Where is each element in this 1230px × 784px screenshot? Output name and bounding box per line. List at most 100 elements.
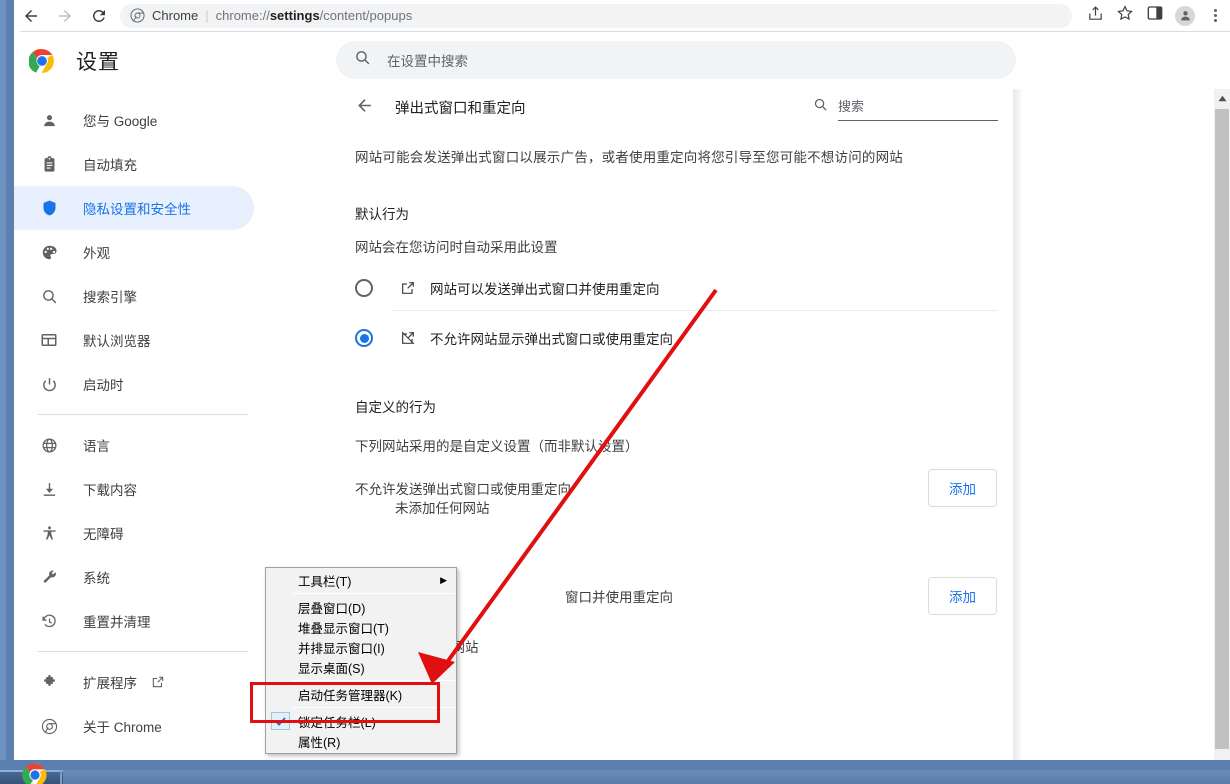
sidebar-item-label: 重置并清理 bbox=[83, 615, 151, 630]
context-menu-item-start-task-manager[interactable]: 启动任务管理器(K) bbox=[266, 684, 456, 704]
external-link-icon[interactable] bbox=[151, 675, 165, 689]
side-panel-button[interactable] bbox=[1140, 0, 1170, 31]
forward-button[interactable] bbox=[48, 0, 82, 31]
context-menu-separator bbox=[267, 680, 455, 681]
back-arrow-icon bbox=[22, 7, 40, 25]
content-search-field[interactable]: 搜索 bbox=[838, 96, 998, 121]
content-page-title: 弹出式窗口和重定向 bbox=[395, 101, 526, 117]
taskbar-context-menu: 工具栏(T) ▶ 层叠窗口(D) 堆叠显示窗口(T) 并排显示窗口(I) 显示桌… bbox=[265, 567, 457, 754]
add-site-button[interactable]: 添加 bbox=[928, 577, 997, 615]
sidebar-item-extensions[interactable]: 扩展程序 bbox=[14, 660, 254, 704]
sidebar-item-default-browser[interactable]: 默认浏览器 bbox=[14, 318, 254, 362]
custom-group-label: 不允许发送弹出式窗口或使用重定向 bbox=[355, 482, 571, 497]
scroll-up-icon bbox=[1217, 89, 1227, 107]
sidebar-item-languages[interactable]: 语言 bbox=[14, 423, 254, 467]
back-button[interactable] bbox=[14, 0, 48, 31]
more-menu-icon bbox=[1213, 9, 1217, 22]
bookmark-button[interactable] bbox=[1110, 0, 1140, 31]
palette-icon bbox=[38, 244, 60, 261]
settings-search-placeholder: 在设置中搜索 bbox=[387, 54, 468, 69]
sidebar-item-label: 扩展程序 bbox=[83, 676, 137, 691]
profile-button[interactable] bbox=[1170, 0, 1200, 31]
context-menu-separator bbox=[267, 593, 455, 594]
add-site-button[interactable]: 添加 bbox=[928, 469, 997, 507]
browser-window-icon bbox=[38, 331, 60, 349]
share-icon bbox=[1087, 5, 1104, 27]
wrench-icon bbox=[38, 569, 60, 586]
checkmark-icon bbox=[271, 712, 290, 730]
reload-button[interactable] bbox=[82, 0, 116, 31]
sidebar-item-label: 语言 bbox=[83, 439, 110, 454]
page-description: 网站可能会发送弹出式窗口以展示广告，或者使用重定向将您引导至您可能不想访问的网站 bbox=[355, 150, 903, 165]
radio-option-block-popups[interactable]: 不允许网站显示弹出式窗口或使用重定向 bbox=[355, 311, 997, 365]
popup-allow-icon bbox=[400, 280, 416, 296]
default-behavior-heading: 默认行为 bbox=[355, 207, 409, 222]
sidebar-item-label: 外观 bbox=[83, 246, 110, 261]
context-menu-item-label: 锁定任务栏(L) bbox=[298, 715, 376, 730]
content-back-button[interactable] bbox=[355, 96, 374, 120]
sidebar-item-label: 下载内容 bbox=[83, 483, 137, 498]
share-button[interactable] bbox=[1080, 0, 1110, 31]
chrome-taskbar-icon bbox=[22, 762, 48, 784]
context-menu-item-side-by-side-windows[interactable]: 并排显示窗口(I) bbox=[266, 637, 456, 657]
context-menu-item-stack-windows[interactable]: 堆叠显示窗口(T) bbox=[266, 617, 456, 637]
shield-icon bbox=[38, 199, 60, 217]
sidebar-divider-1 bbox=[38, 414, 248, 415]
sidebar-item-privacy-and-security[interactable]: 隐私设置和安全性 bbox=[14, 186, 254, 230]
chrome-small-icon bbox=[130, 8, 145, 23]
taskbar-track[interactable] bbox=[63, 770, 1230, 784]
settings-search-input[interactable]: 在设置中搜索 bbox=[336, 41, 1016, 79]
context-menu-item-toolbars[interactable]: 工具栏(T) ▶ bbox=[266, 570, 456, 590]
sidebar-item-system[interactable]: 系统 bbox=[14, 555, 254, 599]
context-menu-item-label: 属性(R) bbox=[298, 735, 341, 750]
sidebar-item-accessibility[interactable]: 无障碍 bbox=[14, 511, 254, 555]
search-icon bbox=[813, 97, 828, 121]
page-title: 设置 bbox=[76, 50, 120, 74]
context-menu-item-cascade-windows[interactable]: 层叠窗口(D) bbox=[266, 597, 456, 617]
sidebar-item-search-engine[interactable]: 搜索引擎 bbox=[14, 274, 254, 318]
default-behavior-subtext: 网站会在您访问时自动采用此设置 bbox=[355, 240, 558, 255]
more-menu-button[interactable] bbox=[1200, 0, 1230, 31]
sidebar-item-label: 自动填充 bbox=[83, 158, 137, 173]
content-search-box[interactable]: 搜索 bbox=[813, 96, 998, 121]
popup-block-icon bbox=[400, 330, 416, 346]
settings-sidebar: 您与 Google 自动填充 隐私设置和安全性 外观 搜索引擎 默认浏览器 启动… bbox=[14, 89, 260, 760]
radio-option-label: 不允许网站显示弹出式窗口或使用重定向 bbox=[430, 332, 673, 347]
context-menu-item-lock-taskbar[interactable]: 锁定任务栏(L) bbox=[266, 711, 456, 731]
sidebar-item-autofill[interactable]: 自动填充 bbox=[14, 142, 254, 186]
taskbar-chrome-button[interactable] bbox=[16, 763, 54, 784]
sidebar-item-downloads[interactable]: 下载内容 bbox=[14, 467, 254, 511]
context-menu-separator bbox=[267, 707, 455, 708]
context-menu-item-show-desktop[interactable]: 显示桌面(S) bbox=[266, 657, 456, 677]
radio-option-allow-popups[interactable]: 网站可以发送弹出式窗口并使用重定向 bbox=[355, 261, 997, 315]
content-right-area bbox=[1013, 89, 1215, 760]
sidebar-item-appearance[interactable]: 外观 bbox=[14, 230, 254, 274]
radio-button[interactable] bbox=[355, 329, 373, 347]
sidebar-item-on-startup[interactable]: 启动时 bbox=[14, 362, 254, 406]
content-edge-shadow bbox=[1013, 89, 1023, 760]
radio-button[interactable] bbox=[355, 279, 373, 297]
sidebar-divider-2 bbox=[38, 651, 248, 652]
scrollbar-thumb[interactable] bbox=[1215, 109, 1229, 749]
browser-window: Chrome | chrome://settings/content/popup… bbox=[0, 0, 1230, 784]
side-panel-icon bbox=[1147, 5, 1163, 26]
window-frame-left bbox=[0, 0, 14, 772]
browser-toolbar: Chrome | chrome://settings/content/popup… bbox=[14, 0, 1230, 31]
forward-arrow-icon bbox=[56, 7, 74, 25]
sidebar-item-you-and-google[interactable]: 您与 Google bbox=[14, 98, 254, 142]
scroll-up-button[interactable] bbox=[1214, 89, 1230, 106]
context-menu-item-label: 显示桌面(S) bbox=[298, 661, 365, 676]
puzzle-icon bbox=[38, 674, 60, 691]
sidebar-item-label: 启动时 bbox=[83, 378, 124, 393]
page-scrollbar[interactable] bbox=[1214, 89, 1230, 760]
sidebar-item-about-chrome[interactable]: 关于 Chrome bbox=[14, 704, 254, 748]
context-menu-item-label: 层叠窗口(D) bbox=[298, 601, 366, 616]
address-bar[interactable]: Chrome | chrome://settings/content/popup… bbox=[120, 3, 1072, 28]
chevron-right-icon: ▶ bbox=[440, 574, 447, 585]
context-menu-item-properties[interactable]: 属性(R) bbox=[266, 731, 456, 751]
reload-icon bbox=[90, 7, 108, 25]
custom-group-label: 窗口并使用重定向 bbox=[565, 590, 673, 605]
sidebar-item-reset-and-cleanup[interactable]: 重置并清理 bbox=[14, 599, 254, 643]
person-icon bbox=[38, 112, 60, 129]
clipboard-icon bbox=[38, 155, 60, 173]
